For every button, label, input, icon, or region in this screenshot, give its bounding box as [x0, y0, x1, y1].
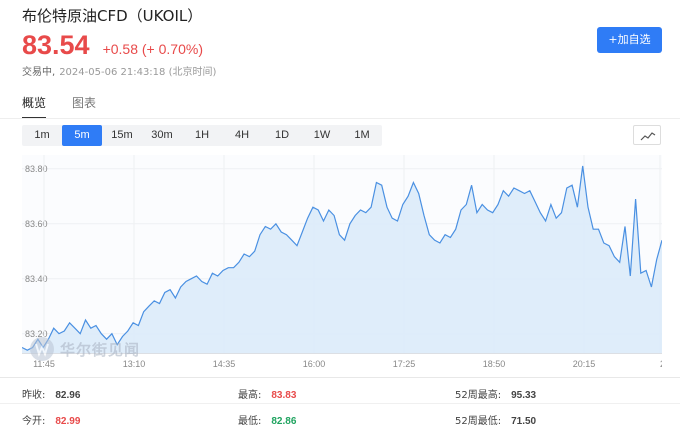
watermark-text: 华尔街见闻: [60, 340, 141, 359]
tab-bar: 概览 图表: [22, 94, 122, 119]
stat-open-label: 今开:: [22, 416, 46, 427]
line-chart-icon: [640, 132, 656, 141]
stat-open: 今开: 82.99: [22, 412, 80, 427]
interval-5m[interactable]: 5m: [62, 125, 102, 146]
interval-1mo[interactable]: 1M: [342, 125, 382, 146]
interval-1h[interactable]: 1H: [182, 125, 222, 146]
stat-open-value: 82.99: [55, 416, 81, 427]
timestamp: 2024-05-06 21:43:18 (北京时间): [59, 67, 217, 78]
x-tick-label: 17:25: [393, 359, 416, 369]
stat-prev-close-label: 昨收:: [22, 390, 46, 401]
interval-1d[interactable]: 1D: [262, 125, 302, 146]
last-price: 83.54: [22, 30, 90, 60]
stats-divider: [0, 377, 680, 378]
trading-status: 交易中, 2024-05-06 21:43:18 (北京时间): [22, 63, 216, 78]
stat-52w-high: 52周最高: 95.33: [455, 386, 536, 401]
instrument-title: 布伦特原油CFD（UKOIL）: [22, 7, 203, 25]
price-row: 83.54 +0.58 (+ 0.70%): [22, 30, 203, 61]
interval-30m[interactable]: 30m: [142, 125, 182, 146]
tabs-divider: [0, 118, 680, 119]
stat-low-value: 82.86: [271, 416, 297, 427]
stat-low-label: 最低:: [238, 416, 262, 427]
x-tick-label: 14:35: [213, 359, 236, 369]
interval-1m[interactable]: 1m: [22, 125, 62, 146]
x-tick-label: 18:50: [483, 359, 506, 369]
stat-52w-low-value: 71.50: [511, 416, 537, 427]
stat-high: 最高: 83.83: [238, 386, 296, 401]
interval-selector: 1m 5m 15m 30m 1H 4H 1D 1W 1M: [22, 125, 382, 146]
interval-1w[interactable]: 1W: [302, 125, 342, 146]
stat-low: 最低: 82.86: [238, 412, 296, 427]
watermark: 华尔街见闻: [30, 337, 140, 361]
stat-prev-close-value: 82.96: [55, 390, 81, 401]
x-tick-label: 20:15: [573, 359, 596, 369]
stat-prev-close: 昨收: 82.96: [22, 386, 80, 401]
x-tick-label: 21:4: [660, 359, 662, 369]
stat-52w-high-value: 95.33: [511, 390, 537, 401]
add-watchlist-button[interactable]: +加自选: [597, 27, 662, 53]
indicator-button[interactable]: [633, 125, 661, 145]
stat-52w-low: 52周最低: 71.50: [455, 412, 536, 427]
interval-15m[interactable]: 15m: [102, 125, 142, 146]
status-text: 交易中,: [22, 67, 56, 78]
tab-chart[interactable]: 图表: [72, 94, 96, 119]
stats-row-divider: [0, 403, 680, 404]
stat-52w-high-label: 52周最高:: [455, 390, 502, 401]
stat-high-label: 最高:: [238, 390, 262, 401]
stat-high-value: 83.83: [271, 390, 297, 401]
watermark-logo-icon: [30, 337, 54, 361]
interval-4h[interactable]: 4H: [222, 125, 262, 146]
tab-overview[interactable]: 概览: [22, 94, 47, 119]
x-tick-label: 16:00: [303, 359, 326, 369]
price-change: +0.58 (+ 0.70%): [102, 41, 203, 57]
stat-52w-low-label: 52周最低:: [455, 416, 502, 427]
